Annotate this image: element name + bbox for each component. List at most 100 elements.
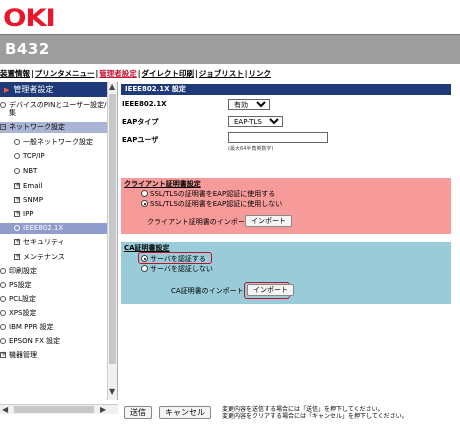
menu-job-list[interactable]: ジョブリスト — [199, 69, 244, 78]
eap-type-select[interactable]: EAP-TLS — [228, 116, 283, 127]
eap-user-input[interactable] — [228, 132, 328, 143]
title-bar: B432 — [0, 34, 460, 64]
sidebar-item-xps[interactable]: XPS設定 — [0, 309, 116, 318]
sidebar-item-print-settings[interactable]: 印刷設定 — [0, 267, 116, 276]
sidebar: ▶管理者設定 デバイスのPINとユーザー設定/ホ 集 ネットワーク設定 一般ネッ… — [0, 82, 118, 400]
sidebar-item-maintenance[interactable]: メンテナンス — [0, 252, 116, 262]
sidebar-item-ibm-ppr[interactable]: IBM PPR 設定 — [0, 323, 116, 332]
circle-icon — [0, 324, 6, 330]
sidebar-item-pcl[interactable]: PCL設定 — [0, 295, 116, 304]
eap-type-label: EAPタイプ — [122, 118, 159, 126]
sidebar-item-ieee8021x[interactable]: IEEE802.1X — [0, 223, 116, 234]
eap-user-label: EAPユーザ — [122, 136, 159, 144]
circle-icon — [0, 268, 6, 274]
menu-separator: | — [244, 69, 248, 78]
radio-button[interactable] — [141, 190, 148, 197]
sidebar-item-label: 機器管理 — [9, 351, 37, 359]
circle-icon — [0, 310, 6, 316]
sidebar-item-general-network[interactable]: 一般ネットワーク設定 — [0, 138, 116, 147]
footer-note-line1: 変更内容を送信する場合には「送信」を押下してください。 — [222, 406, 384, 413]
sidebar-item-label: EPSON FX 設定 — [9, 337, 61, 345]
expand-icon[interactable] — [14, 252, 21, 261]
client-cert-import-button[interactable]: インポート — [245, 215, 292, 227]
menu-separator: | — [195, 69, 198, 78]
ca-cert-option-authenticate[interactable]: サーバを認証する — [141, 254, 206, 264]
menu-separator: | — [31, 69, 34, 78]
sidebar-item-label: メンテナンス — [23, 253, 65, 261]
logo-bar: OKI — [0, 0, 460, 34]
sidebar-item-epson-fx[interactable]: EPSON FX 設定 — [0, 337, 116, 346]
sidebar-item-security[interactable]: セキュリティ — [0, 237, 116, 247]
sidebar-item-label: SNMP — [23, 196, 43, 204]
expand-icon[interactable] — [14, 195, 21, 204]
expand-icon[interactable] — [14, 237, 21, 246]
menu-printer-menu[interactable]: プリンタメニュー — [35, 69, 95, 78]
circle-icon — [0, 102, 6, 108]
radio-label: サーバを認証しない — [150, 265, 213, 273]
menu-separator: | — [95, 69, 99, 78]
ca-cert-import-button[interactable]: インポート — [247, 284, 294, 296]
sidebar-heading: ▶ 管理者設定 — [0, 82, 117, 97]
sidebar-item-pin-user-cont[interactable]: 集 — [0, 109, 116, 118]
scrollbar-thumb[interactable] — [14, 406, 94, 413]
radio-button-selected[interactable] — [141, 200, 148, 207]
sidebar-item-device-mgmt[interactable]: 機器管理 — [0, 350, 116, 360]
scrollbar-thumb[interactable] — [109, 94, 116, 364]
sidebar-item-email[interactable]: Email — [0, 181, 116, 191]
expand-icon[interactable] — [0, 350, 7, 359]
sidebar-item-label: IPP — [23, 210, 34, 218]
sidebar-item-label: 集 — [9, 109, 16, 117]
send-button[interactable]: 送信 — [124, 406, 152, 419]
ieee-label: IEEE802.1X — [122, 100, 167, 108]
radio-button-selected[interactable] — [141, 255, 148, 262]
expand-icon[interactable] — [14, 181, 21, 190]
client-cert-panel: クライアント証明書設定 SSL/TLSの証明書をEAP認証に使用する SSL/T… — [121, 178, 451, 234]
sidebar-item-label: デバイスのPINとユーザー設定/ホ — [9, 101, 114, 109]
circle-icon — [14, 139, 20, 145]
menu-admin-settings[interactable]: 管理者設定 — [99, 69, 137, 78]
collapse-icon[interactable] — [0, 122, 7, 133]
sidebar-vertical-scrollbar[interactable]: ▲ ▼ — [107, 82, 117, 400]
sidebar-item-label: XPS設定 — [9, 309, 37, 317]
scroll-right-icon[interactable]: ▶ — [100, 406, 106, 414]
client-cert-option-use[interactable]: SSL/TLSの証明書をEAP認証に使用する — [141, 189, 275, 199]
ca-cert-option-no-authenticate[interactable]: サーバを認証しない — [141, 264, 213, 274]
radio-label: サーバを認証する — [150, 255, 206, 263]
circle-icon — [14, 168, 20, 174]
sidebar-item-tcpip[interactable]: TCP/IP — [0, 152, 116, 161]
sidebar-item-snmp[interactable]: SNMP — [0, 195, 116, 205]
client-cert-option-not-use[interactable]: SSL/TLSの証明書をEAP認証に使用しない — [141, 199, 282, 209]
radio-label: SSL/TLSの証明書をEAP認証に使用する — [150, 190, 276, 198]
top-menu: 装置情報|プリンタメニュー|管理者設定|ダイレクト印刷|ジョブリスト|リンク — [0, 68, 460, 80]
main-content: IEEE802.1X 設定 IEEE802.1X 有効 EAPタイプ EAP-T… — [118, 82, 460, 400]
scroll-up-icon[interactable]: ▲ — [109, 83, 115, 91]
scroll-down-icon[interactable]: ▼ — [109, 388, 115, 396]
sidebar-item-ipp[interactable]: IPP — [0, 209, 116, 219]
sidebar-item-label: セキュリティ — [23, 238, 65, 246]
radio-label: SSL/TLSの証明書をEAP認証に使用しない — [150, 200, 283, 208]
sidebar-item-label: 一般ネットワーク設定 — [23, 138, 93, 146]
sidebar-item-nbt[interactable]: NBT — [0, 167, 116, 176]
footer-note: 変更内容を送信する場合には「送信」を押下してください。 変更内容をクリアする場合… — [222, 406, 457, 420]
menu-links[interactable]: リンク — [249, 69, 272, 78]
sidebar-item-ps[interactable]: PS設定 — [0, 281, 116, 290]
expand-icon[interactable] — [14, 209, 21, 218]
circle-icon — [14, 153, 20, 159]
sidebar-item-label: PCL設定 — [9, 295, 37, 303]
sidebar-item-label: 印刷設定 — [9, 267, 37, 275]
circle-icon — [0, 296, 6, 302]
oki-logo: OKI — [3, 4, 56, 32]
sidebar-item-network[interactable]: ネットワーク設定 — [0, 122, 116, 133]
ieee-enable-select[interactable]: 有効 — [228, 99, 270, 110]
footer-note-line2: 変更内容をクリアする場合には「キャンセル」を押下してください。 — [222, 413, 408, 420]
menu-device-info[interactable]: 装置情報 — [0, 69, 30, 78]
scroll-left-icon[interactable]: ◀ — [2, 406, 8, 414]
radio-button[interactable] — [141, 265, 148, 272]
sidebar-horizontal-scrollbar[interactable]: ◀ ▶ — [0, 404, 118, 414]
menu-direct-print[interactable]: ダイレクト印刷 — [142, 69, 195, 78]
sidebar-item-label: IEEE802.1X — [23, 224, 64, 232]
sidebar-item-label: TCP/IP — [23, 152, 45, 160]
menu-separator: | — [137, 69, 141, 78]
sidebar-item-label: NBT — [23, 167, 38, 175]
cancel-button[interactable]: キャンセル — [159, 406, 211, 419]
